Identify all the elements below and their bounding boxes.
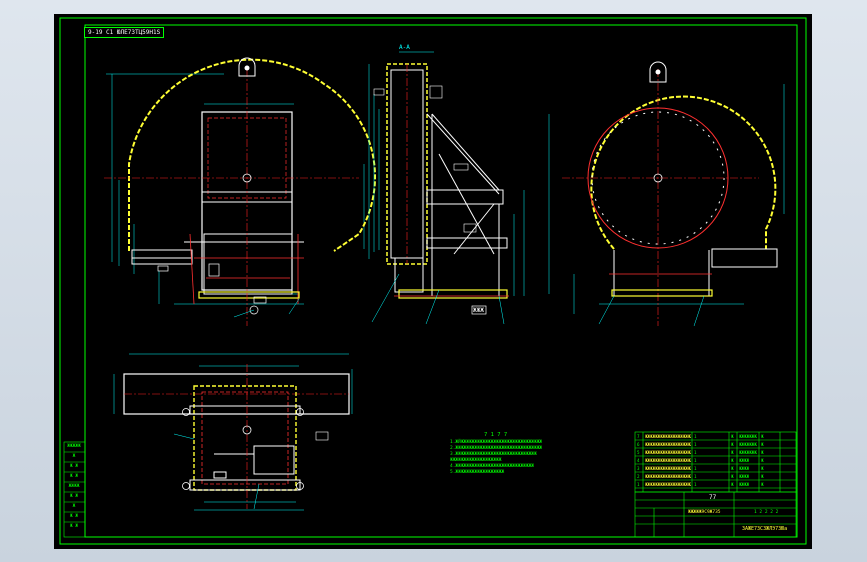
revision-cell: ЖЖЖЖЖ: [67, 444, 81, 449]
parts-row-cell: ЖЖЖЖЖЖЖЖ: [739, 442, 757, 447]
parts-row-cell: 4: [637, 458, 640, 463]
parts-row-cell: 1: [694, 482, 697, 487]
parts-row-cell: ЖЖЖЖЖЖЖЖЖЖЖЖЖЖЖЖЖЖЖЖЖ: [645, 474, 691, 479]
parts-row-cell: 3: [637, 466, 640, 471]
parts-row-cell: Ж: [731, 442, 734, 447]
parts-row-cell: Ж: [761, 474, 764, 479]
revision-cell: Ж Ж: [69, 464, 79, 469]
parts-row-cell: ЖЖЖЖЖЖЖЖЖЖЖЖЖЖЖЖЖЖЖЖЖ: [645, 466, 691, 471]
parts-row-cell: ЖЖЖЖЖЖЖЖЖЖЖЖЖЖЖЖЖЖЖЖЖ: [645, 450, 691, 455]
revision-cell: Ж: [72, 504, 76, 509]
side-view: [368, 51, 550, 325]
parts-row-cell: Ж: [761, 442, 764, 447]
parts-row-cell: 1: [694, 434, 697, 439]
revision-cell: Ж Ж: [69, 514, 79, 519]
parts-row-cell: ЖЖЖЖЖЖЖЖ: [739, 450, 757, 455]
note-line: 2.ЖЖЖЖЖЖЖЖЖЖЖЖЖЖЖЖЖЖЖЖЖЖЖЖЖЖЖЖЖЖЖЖ: [450, 446, 543, 451]
parts-row-cell: Ж: [761, 466, 764, 471]
revision-cell: Ж Ж: [69, 524, 79, 529]
parts-row-cell: ЖЖЖЖ: [739, 466, 750, 471]
parts-row-cell: 1: [637, 482, 640, 487]
parts-row-cell: Ж: [761, 450, 764, 455]
parts-row-cell: ЖЖЖЖ: [739, 474, 750, 479]
title-block-designation: ЗАЖЕ7ЗСЗЖЛЭ7ЗЮа: [742, 526, 788, 532]
parts-row-cell: 1: [694, 450, 697, 455]
parts-row-cell: Ж: [731, 482, 734, 487]
note-line: 4.ЖЖЖЖЖЖЖЖЖЖЖЖЖЖЖЖЖЖЖЖЖЖЖЖЖЖЖЖЖ: [450, 464, 534, 469]
rear-view: [562, 61, 785, 327]
note-line: 5.ЖЖЖЖЖЖЖЖЖЖЖЖЖЖЖЖЖЖ: [450, 470, 505, 475]
parts-row-cell: Ж: [731, 450, 734, 455]
parts-row-cell: ЖЖЖЖЖЖЖЖЖЖЖЖЖЖЖЖЖЖЖЖЖ: [645, 482, 691, 487]
parts-row-cell: ЖЖЖЖЖЖЖЖ: [739, 434, 757, 439]
parts-row-cell: 5: [637, 450, 640, 455]
front-view: [104, 57, 377, 326]
parts-row-cell: Ж: [761, 458, 764, 463]
parts-row-cell: 2: [637, 474, 640, 479]
parts-row-cell: ЖЖЖЖ: [739, 482, 750, 487]
title-block-code: 1 2 2 2 2: [754, 510, 779, 515]
note-line: 1.ЖЙЖЖЖЖЖЖЖЖЖЖЖЖЖЖЖЖЖЖЖЖЖЖЖЖЖЖЖЖЖЖ: [450, 440, 543, 445]
cad-drawing: [59, 17, 807, 545]
parts-row-cell: Ж: [731, 458, 734, 463]
top-view: [113, 353, 353, 511]
parts-row-cell: 7: [637, 434, 640, 439]
tech-requirements-title: 7 1 7 7: [484, 432, 508, 438]
title-block-drawing-name: ЖЖЖЖЖ9С9Ж7З5: [688, 510, 721, 515]
parts-row-cell: 1: [694, 458, 697, 463]
revision-cell: Ж Ж: [69, 474, 79, 479]
title-block-header: 77: [709, 494, 717, 501]
drawing-sheet: 9-19 C1 ЮЛЕ7ЗТЦ59Н1S A-A ЖЖЖ 7 1 7 7 1.Ж…: [54, 14, 812, 549]
parts-row-cell: Ж: [761, 482, 764, 487]
parts-row-cell: Ж: [731, 434, 734, 439]
note-line: 3.ЖЖЖЖЖЖЖЖЖЖЖЖЖЖЖЖЖЖЖЖЖЖЖЖЖЖЖЖЖЖ: [450, 452, 537, 457]
revision-cell: ЖЖЖЖ: [68, 484, 80, 489]
parts-row-cell: ЖЖЖЖЖЖЖЖЖЖЖЖЖЖЖЖЖЖЖЖЖ: [645, 442, 691, 447]
parts-row-cell: Ж: [761, 434, 764, 439]
revision-cell: Ж Ж: [69, 494, 79, 499]
section-label: A-A: [399, 44, 410, 51]
parts-row-cell: ЖЖЖЖЖЖЖЖЖЖЖЖЖЖЖЖЖЖЖЖЖ: [645, 458, 691, 463]
parts-row-cell: 1: [694, 442, 697, 447]
parts-row-cell: ЖЖЖЖЖЖЖЖЖЖЖЖЖЖЖЖЖЖЖЖЖ: [645, 434, 691, 439]
note-line: ЖЖЖЖЖЖЖЖЖЖЖЖЖЖЖЖЖЖЖ: [450, 458, 502, 463]
parts-row-cell: 1: [694, 466, 697, 471]
revision-cell: Ж: [72, 454, 76, 459]
view-label: ЖЖЖ: [473, 307, 484, 314]
parts-row-cell: 1: [694, 474, 697, 479]
parts-row-cell: Ж: [731, 474, 734, 479]
parts-row-cell: ЖЖЖЖ: [739, 458, 750, 463]
parts-row-cell: 6: [637, 442, 640, 447]
drawing-title-tag: 9-19 C1 ЮЛЕ7ЗТЦ59Н1S: [84, 27, 165, 38]
parts-row-cell: Ж: [731, 466, 734, 471]
